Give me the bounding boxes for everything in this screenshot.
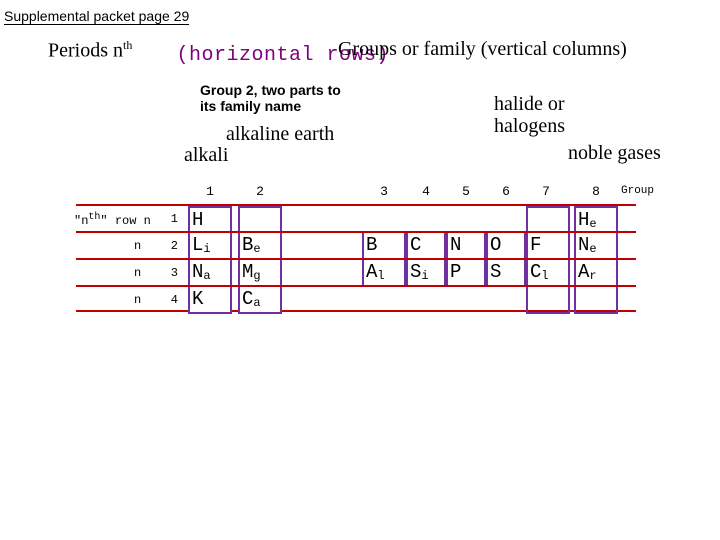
el-Ca-b: a <box>253 296 260 310</box>
cell-Li: Li <box>188 233 232 260</box>
col7-outline <box>526 206 570 233</box>
group-num-5: 5 <box>446 184 486 199</box>
periods-sup: th <box>123 38 132 52</box>
page-header-text: Supplemental packet page 29 <box>4 8 189 25</box>
cell-B: B <box>362 233 406 260</box>
el-Be-a: B <box>242 234 253 256</box>
cell-O: O <box>486 233 526 260</box>
cell-F: F <box>526 233 570 260</box>
row-label-3n: 3 <box>164 266 178 280</box>
cell-Be: Be <box>238 233 282 260</box>
cell-S: S <box>486 260 526 287</box>
cell-H: H <box>188 206 232 233</box>
el-Be-b: e <box>253 242 260 256</box>
group2-note-l2: its family name <box>200 98 301 114</box>
el-H: H <box>192 209 203 231</box>
row-label-1n: 1 <box>164 212 178 226</box>
cell-Ca: Ca <box>238 287 282 314</box>
page-header: Supplemental packet page 29 <box>4 8 189 25</box>
table-row: n 2 Li Be B C N O F Ne <box>76 231 636 258</box>
el-Ne-a: N <box>578 234 589 256</box>
cell-Al: Al <box>362 260 406 287</box>
periods-text: Periods n <box>48 40 123 62</box>
el-Ar-b: r <box>589 269 596 283</box>
el-He-b: e <box>589 217 596 231</box>
cell-He: He <box>574 206 618 233</box>
row-label-1a: "nth" row n <box>74 212 159 228</box>
row-label-4n: 4 <box>164 293 178 307</box>
el-Li-b: i <box>203 242 210 256</box>
noble-gases-label: noble gases <box>568 142 661 165</box>
alkali-label: alkali <box>184 144 228 167</box>
periods-label: Periods nth <box>48 38 132 63</box>
cell-Ar: Ar <box>574 260 618 287</box>
el-Li-a: L <box>192 234 203 256</box>
el-Al-a: A <box>366 261 377 283</box>
el-Mg-b: g <box>253 269 260 283</box>
el-Cl-a: C <box>530 261 541 283</box>
el-Al-b: l <box>377 269 384 283</box>
group-num-2: 2 <box>240 184 280 199</box>
group-num-4: 4 <box>406 184 446 199</box>
row-label-2n: 2 <box>164 239 178 253</box>
col7-outline-b <box>526 287 570 314</box>
group-num-7: 7 <box>526 184 566 199</box>
group-num-8: 8 <box>576 184 616 199</box>
el-Na-a: N <box>192 261 203 283</box>
el-Cl-b: l <box>541 269 548 283</box>
group2-note-l1: Group 2, two parts to <box>200 82 341 98</box>
cell-Na: Na <box>188 260 232 287</box>
cell-C: C <box>406 233 446 260</box>
cell-N: N <box>446 233 486 260</box>
cell-Si: Si <box>406 260 446 287</box>
halide-l2: halogens <box>494 115 565 137</box>
col8-outline-b <box>574 287 618 314</box>
periodic-table: 1 2 3 4 5 6 7 8 Group "nth" row n 1 H He… <box>76 182 636 312</box>
group-number-row: 1 2 3 4 5 6 7 8 Group <box>76 182 636 204</box>
groups-label: Groups or family (vertical columns) <box>338 38 627 61</box>
el-Si-b: i <box>421 269 428 283</box>
halide-l1: halide or <box>494 93 565 115</box>
el-Ca-a: C <box>242 288 253 310</box>
cell-Ne: Ne <box>574 233 618 260</box>
cell-Mg: Mg <box>238 260 282 287</box>
cell-Cl: Cl <box>526 260 570 287</box>
cell-P: P <box>446 260 486 287</box>
header-overlay: Periods nth (horizontal rows) Groups or … <box>0 38 720 68</box>
el-Ne-b: e <box>589 242 596 256</box>
table-row: n 4 K Ca <box>76 285 636 312</box>
group-word: Group <box>621 185 654 197</box>
el-He-a: H <box>578 209 589 231</box>
el-Mg-a: M <box>242 261 253 283</box>
alkaline-earth-label: alkaline earth <box>226 123 334 146</box>
cell-K: K <box>188 287 232 314</box>
group2-note: Group 2, two parts to its family name <box>200 82 370 114</box>
el-Na-b: a <box>203 269 210 283</box>
table-row: n 3 Na Mg Al Si P S Cl Ar <box>76 258 636 285</box>
table-row: "nth" row n 1 H He <box>76 204 636 231</box>
group-num-6: 6 <box>486 184 526 199</box>
ptable: 1 2 3 4 5 6 7 8 Group "nth" row n 1 H He… <box>76 182 636 312</box>
el-Si-a: S <box>410 261 421 283</box>
col2-outline <box>238 206 282 233</box>
el-Ar-a: A <box>578 261 589 283</box>
group-num-3: 3 <box>364 184 404 199</box>
group-num-1: 1 <box>190 184 230 199</box>
halide-label: halide or halogens <box>494 93 565 137</box>
